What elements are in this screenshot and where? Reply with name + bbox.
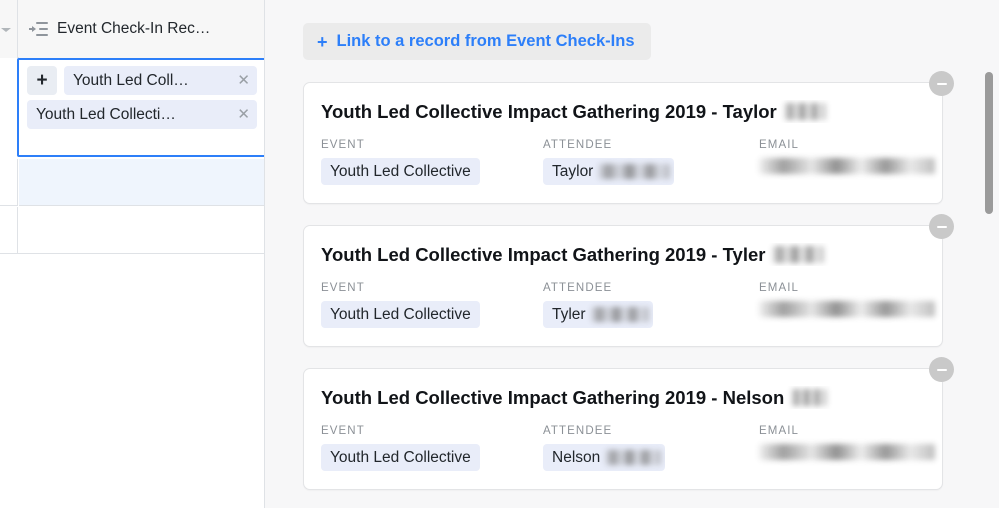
token-row-2: Youth Led Collecti… ✕ [27, 100, 257, 129]
card-fields: EVENT Youth Led Collective ATTENDEE Tyle… [321, 282, 935, 329]
remove-token-icon[interactable]: ✕ [235, 73, 250, 88]
remove-token-icon[interactable]: ✕ [235, 107, 250, 122]
scrollbar-thumb[interactable] [985, 72, 993, 214]
field-event: EVENT Youth Led Collective [321, 139, 543, 186]
attendee-first-name: Taylor [552, 162, 594, 180]
unlink-record-button[interactable] [929, 357, 954, 383]
linked-record-icon [29, 21, 48, 37]
event-value-pill[interactable]: Youth Led Collective [321, 301, 480, 329]
plus-icon: + [317, 31, 328, 52]
attendee-value-pill[interactable]: Nelson [543, 444, 666, 472]
add-linked-record-button[interactable]: + [27, 66, 57, 95]
token-label: Youth Led Collecti… [36, 105, 176, 123]
card-title: Youth Led Collective Impact Gathering 20… [321, 100, 925, 123]
field-attendee: ATTENDEE Tyler [543, 282, 759, 329]
card-title-text: Youth Led Collective Impact Gathering 20… [321, 101, 777, 122]
linked-record-expanded-view: Event Check-In Rec… + Youth Led Coll… ✕ … [0, 0, 999, 508]
redacted-last-name [772, 246, 825, 264]
chevron-down-icon[interactable] [1, 28, 11, 32]
field-label-attendee: ATTENDEE [543, 425, 613, 438]
card-title-text: Youth Led Collective Impact Gathering 20… [321, 244, 766, 266]
grid-panel: Event Check-In Rec… + Youth Led Coll… ✕ … [0, 0, 265, 508]
field-label-event: EVENT [321, 282, 365, 295]
redacted-attendee-last-name [598, 164, 671, 180]
redacted-last-name [791, 389, 828, 407]
event-value-pill[interactable]: Youth Led Collective [321, 444, 480, 472]
field-label-event: EVENT [321, 139, 365, 152]
linked-record-token[interactable]: Youth Led Collecti… ✕ [27, 100, 257, 129]
field-event: EVENT Youth Led Collective [321, 425, 543, 472]
column-header-label: Event Check-In Rec… [57, 20, 211, 37]
link-to-record-button[interactable]: + Link to a record from Event Check-Ins [303, 23, 651, 60]
event-value-pill[interactable]: Youth Led Collective [321, 158, 480, 186]
redacted-email-value[interactable] [759, 444, 935, 461]
field-email: EMAIL [759, 282, 935, 328]
field-label-email: EMAIL [759, 425, 800, 438]
grid-empty-area [0, 255, 264, 508]
token-label: Youth Led Coll… [73, 71, 189, 89]
field-label-event: EVENT [321, 425, 365, 438]
card-fields: EVENT Youth Led Collective ATTENDEE Tayl… [321, 139, 935, 186]
grid-header-row: Event Check-In Rec… [0, 0, 264, 58]
linked-record-card[interactable]: Youth Led Collective Impact Gathering 20… [303, 71, 954, 205]
redacted-last-name [783, 103, 826, 121]
linked-record-card[interactable]: Youth Led Collective Impact Gathering 20… [303, 357, 954, 491]
linked-record-token[interactable]: Youth Led Coll… ✕ [64, 66, 257, 95]
unlink-record-button[interactable] [929, 214, 954, 240]
field-attendee: ATTENDEE Taylor [543, 139, 759, 186]
card-title: Youth Led Collective Impact Gathering 20… [321, 243, 925, 266]
vertical-scrollbar[interactable] [983, 0, 995, 508]
card-title-text: Youth Led Collective Impact Gathering 20… [321, 387, 785, 409]
row-gutter[interactable] [0, 207, 18, 253]
attendee-value-pill[interactable]: Tyler [543, 301, 653, 329]
field-label-email: EMAIL [759, 139, 800, 152]
unlink-record-button[interactable] [929, 71, 954, 96]
attendee-value-pill[interactable]: Taylor [543, 158, 675, 186]
linked-records-detail-panel: + Link to a record from Event Check-Ins … [265, 0, 999, 508]
field-event: EVENT Youth Led Collective [321, 282, 543, 329]
redacted-attendee-last-name [605, 450, 662, 466]
card-title: Youth Led Collective Impact Gathering 20… [321, 386, 925, 409]
column-header-event-check-in-records[interactable]: Event Check-In Rec… [19, 0, 264, 58]
field-email: EMAIL [759, 425, 935, 471]
linked-record-card[interactable]: Youth Led Collective Impact Gathering 20… [303, 214, 954, 348]
field-email: EMAIL [759, 139, 935, 185]
field-attendee: ATTENDEE Nelson [543, 425, 759, 472]
row-gutter[interactable] [0, 159, 18, 206]
table-row-highlighted[interactable] [19, 159, 264, 206]
redacted-email-value[interactable] [759, 158, 935, 175]
attendee-first-name: Nelson [552, 448, 601, 466]
token-row-1: + Youth Led Coll… ✕ [27, 66, 257, 95]
field-label-email: EMAIL [759, 282, 800, 295]
card-fields: EVENT Youth Led Collective ATTENDEE Nels… [321, 425, 935, 472]
linked-record-card-list: Youth Led Collective Impact Gathering 20… [303, 71, 954, 508]
table-row[interactable] [0, 207, 264, 254]
grid-rows: + Youth Led Coll… ✕ Youth Led Collecti… … [0, 58, 264, 508]
field-label-attendee: ATTENDEE [543, 282, 613, 295]
link-to-record-label: Link to a record from Event Check-Ins [336, 32, 635, 51]
redacted-attendee-last-name [590, 307, 649, 323]
field-label-attendee: ATTENDEE [543, 139, 613, 152]
row-gutter-header[interactable] [0, 0, 18, 58]
selected-linked-record-cell[interactable]: + Youth Led Coll… ✕ Youth Led Collecti… … [17, 58, 264, 157]
redacted-email-value[interactable] [759, 301, 935, 318]
attendee-first-name: Tyler [552, 305, 586, 323]
